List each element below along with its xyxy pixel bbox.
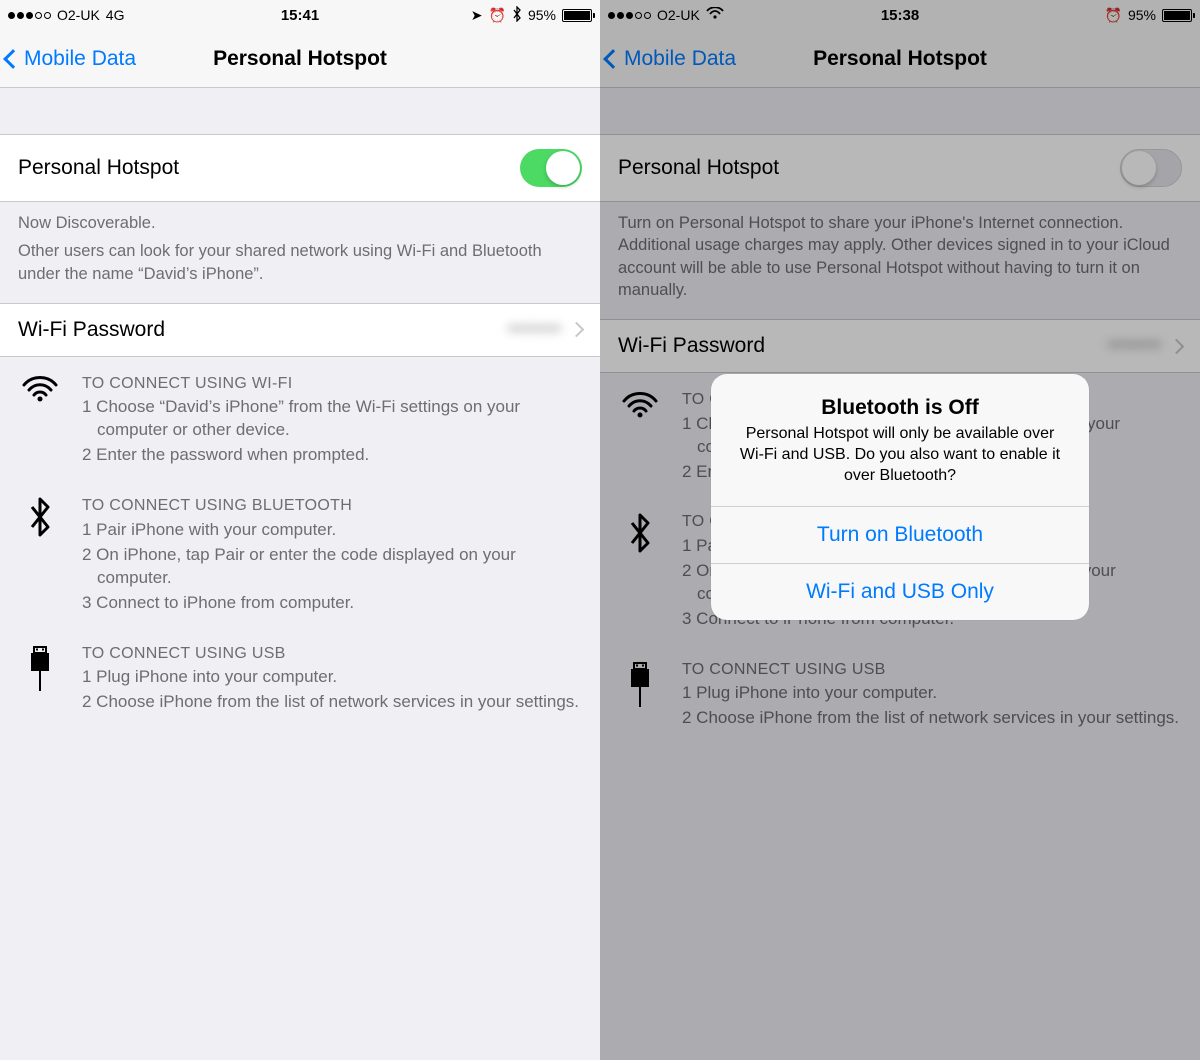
battery-pct: 95% bbox=[528, 7, 556, 23]
bluetooth-instructions: TO CONNECT USING BLUETOOTH 1 Pair iPhone… bbox=[18, 495, 582, 616]
alarm-icon: ⏰ bbox=[489, 7, 506, 24]
page-title: Personal Hotspot bbox=[213, 47, 387, 71]
back-button[interactable]: Mobile Data bbox=[0, 47, 136, 71]
usb-instructions: TO CONNECT USING USB 1 Plug iPhone into … bbox=[18, 643, 582, 716]
hotspot-toggle[interactable] bbox=[520, 149, 582, 187]
screenshot-left: O2-UK 4G 15:41 ➤ ⏰ 95% Mobile Data Perso… bbox=[0, 0, 600, 1060]
discoverable-note: Now Discoverable. Other users can look f… bbox=[0, 202, 600, 303]
wifi-usb-only-button[interactable]: Wi-Fi and USB Only bbox=[711, 563, 1089, 620]
nav-bar: Mobile Data Personal Hotspot bbox=[0, 30, 600, 88]
wifi-password-label: Wi-Fi Password bbox=[18, 318, 165, 342]
location-icon: ➤ bbox=[471, 7, 483, 24]
chevron-right-icon bbox=[569, 322, 585, 338]
bluetooth-off-alert: Bluetooth is Off Personal Hotspot will o… bbox=[711, 374, 1089, 620]
bluetooth-icon bbox=[512, 6, 522, 25]
chevron-left-icon bbox=[3, 49, 23, 69]
screenshot-right: O2-UK 15:38 ⏰ 95% Mobile Data Personal H… bbox=[600, 0, 1200, 1060]
alert-title: Bluetooth is Off bbox=[735, 396, 1065, 420]
usb-icon bbox=[18, 643, 62, 716]
wifi-password-value: •••••••• bbox=[508, 319, 561, 341]
battery-icon bbox=[562, 9, 592, 22]
wifi-instructions: TO CONNECT USING WI-FI 1 Choose “David’s… bbox=[18, 373, 582, 469]
wifi-password-row[interactable]: Wi-Fi Password •••••••• bbox=[0, 303, 600, 357]
bluetooth-icon bbox=[18, 495, 62, 616]
clock: 15:41 bbox=[281, 7, 319, 24]
carrier-label: O2-UK bbox=[57, 7, 100, 23]
wifi-icon bbox=[18, 373, 62, 469]
turn-on-bluetooth-button[interactable]: Turn on Bluetooth bbox=[711, 506, 1089, 563]
hotspot-label: Personal Hotspot bbox=[18, 156, 179, 180]
signal-icon bbox=[8, 12, 51, 19]
back-label: Mobile Data bbox=[24, 47, 136, 71]
status-bar: O2-UK 4G 15:41 ➤ ⏰ 95% bbox=[0, 0, 600, 30]
hotspot-toggle-row[interactable]: Personal Hotspot bbox=[0, 134, 600, 202]
alert-message: Personal Hotspot will only be available … bbox=[735, 424, 1065, 486]
network-label: 4G bbox=[106, 7, 125, 23]
